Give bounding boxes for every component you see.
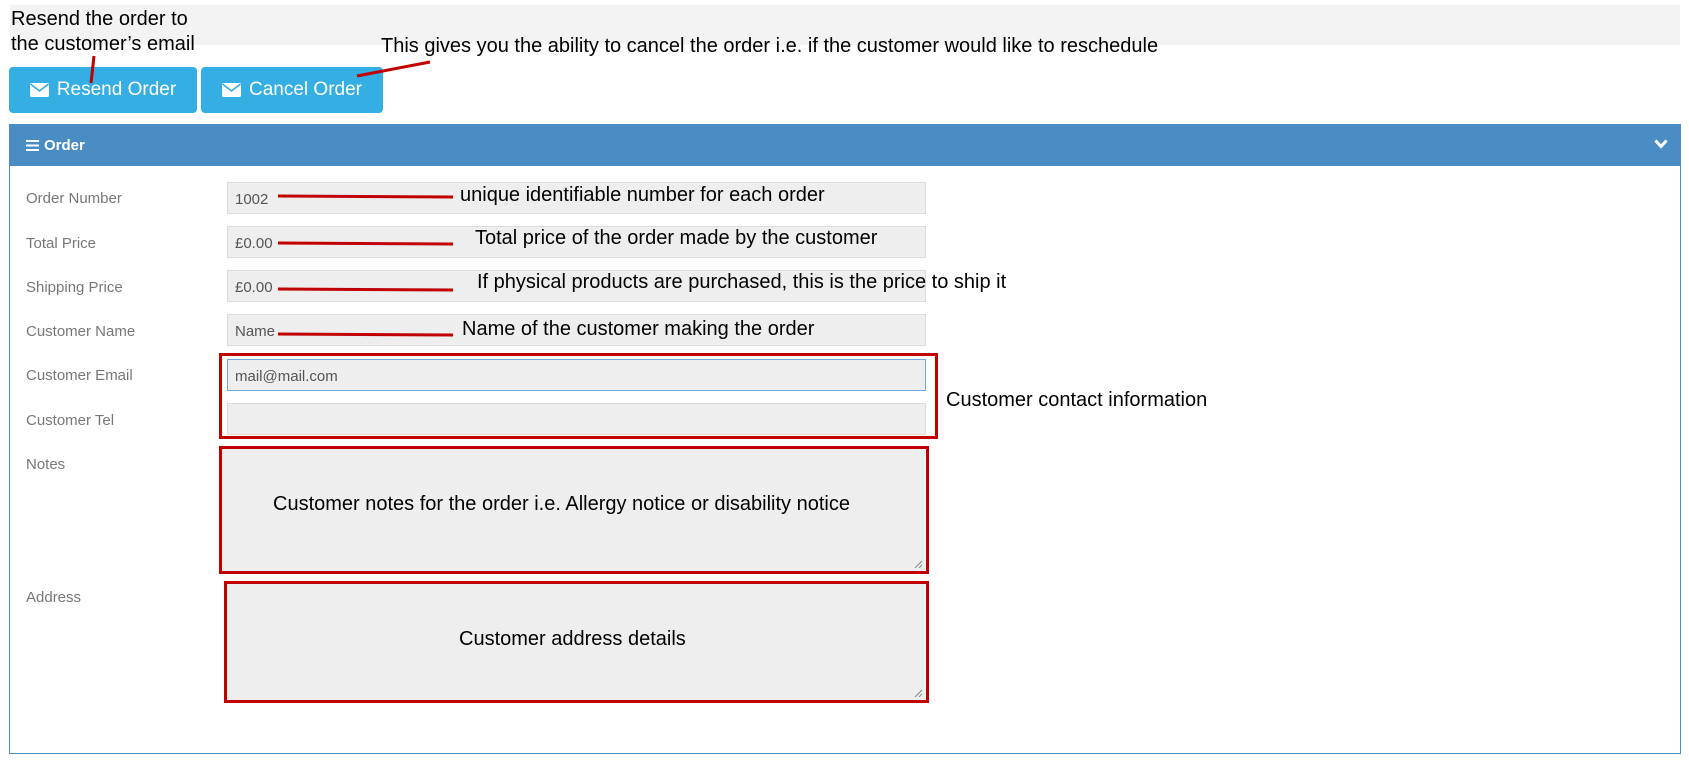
customer-name-annotation: Name of the customer making the order [462,318,815,340]
notes-label: Notes [26,456,66,473]
envelope-icon [29,83,49,97]
shipping-price-annotation: If physical products are purchased, this… [477,271,1007,293]
total-price-label: Total Price [26,235,97,252]
list-icon [26,140,39,151]
contact-annotation: Customer contact information [946,389,1208,411]
order-number-label: Order Number [26,190,122,207]
contact-info-highlight [219,353,938,439]
order-number-annotation: unique identifiable number for each orde… [460,184,825,206]
panel-title: Order [44,137,85,154]
cancel-annotation: This gives you the ability to cancel the… [381,35,1159,57]
resend-order-label: Resend Order [56,79,177,100]
cancel-order-button[interactable]: Cancel Order [201,67,383,113]
cancel-order-label: Cancel Order [249,79,362,100]
envelope-icon [222,83,241,97]
resend-annotation-line2: the customer’s email [11,33,195,55]
notes-annotation: Customer notes for the order i.e. Allerg… [273,493,850,515]
customer-tel-label: Customer Tel [26,412,115,429]
resend-annotation-line1: Resend the order to [11,8,188,30]
order-panel-header[interactable]: Order [10,125,1680,166]
chevron-down-icon[interactable] [1654,139,1668,149]
total-price-annotation: Total price of the order made by the cus… [475,227,878,249]
resend-order-button[interactable]: Resend Order [9,67,197,113]
address-label: Address [26,589,82,606]
customer-name-label: Customer Name [26,323,136,340]
address-annotation: Customer address details [459,628,686,650]
customer-email-label: Customer Email [26,367,133,384]
shipping-price-label: Shipping Price [26,279,123,296]
